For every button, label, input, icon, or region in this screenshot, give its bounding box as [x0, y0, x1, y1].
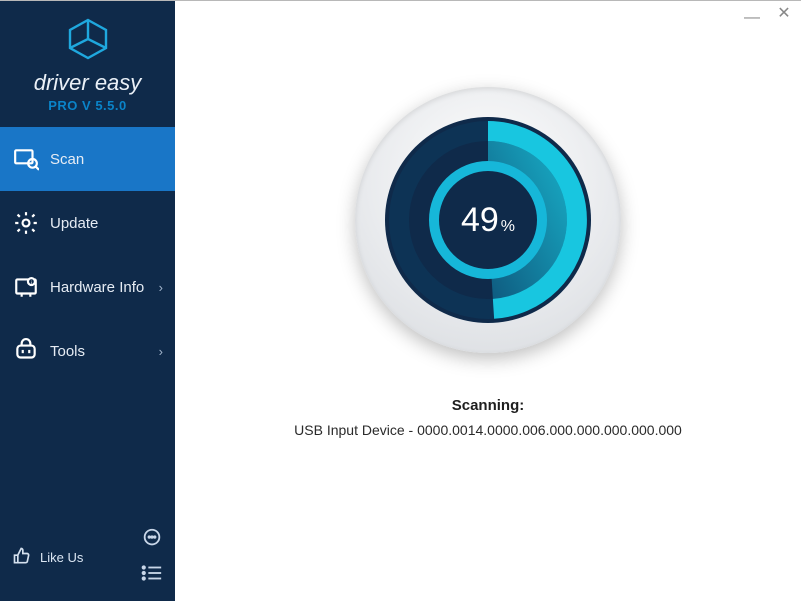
sidebar-bottom: Like Us: [0, 517, 175, 601]
minimize-button[interactable]: —: [743, 11, 761, 25]
menu-list-icon[interactable]: [141, 564, 163, 587]
sidebar-bottom-icons: [141, 527, 163, 587]
nav-label-update: Update: [50, 215, 98, 232]
sidebar-nav: Scan Update i: [0, 127, 175, 383]
brand-logo-icon: [0, 17, 175, 66]
chevron-right-icon: ›: [159, 344, 163, 359]
status-label: Scanning:: [294, 397, 682, 414]
thumbs-up-icon: [12, 546, 32, 569]
sidebar: driver easy PRO V 5.5.0 Scan: [0, 1, 175, 601]
main-content: 49% Scanning: USB Input Device - 0000.00…: [175, 1, 801, 601]
brand-block: driver easy PRO V 5.5.0: [0, 1, 175, 123]
like-us-label: Like Us: [40, 550, 83, 565]
brand-version: PRO V 5.5.0: [0, 98, 175, 113]
progress-indicator: 49%: [355, 87, 621, 353]
progress-value: 49: [461, 201, 499, 239]
svg-text:i: i: [31, 280, 32, 286]
hardware-info-icon: i: [12, 273, 40, 301]
nav-item-hardware-info[interactable]: i Hardware Info ›: [0, 255, 175, 319]
nav-label-hardware-info: Hardware Info: [50, 279, 144, 296]
window-controls: — ✕: [743, 7, 793, 21]
nav-item-tools[interactable]: Tools ›: [0, 319, 175, 383]
nav-item-scan[interactable]: Scan: [0, 127, 175, 191]
progress-unit: %: [501, 218, 515, 235]
tools-icon: [12, 337, 40, 365]
progress-ring: 49%: [385, 117, 591, 323]
like-us-button[interactable]: Like Us: [12, 546, 83, 569]
close-button[interactable]: ✕: [775, 7, 793, 21]
gear-icon: [12, 209, 40, 237]
nav-label-tools: Tools: [50, 343, 85, 360]
nav-item-update[interactable]: Update: [0, 191, 175, 255]
nav-label-scan: Scan: [50, 151, 84, 168]
feedback-icon[interactable]: [141, 527, 163, 554]
scan-status: Scanning: USB Input Device - 0000.0014.0…: [294, 397, 682, 438]
chevron-right-icon: ›: [159, 280, 163, 295]
progress-center: 49%: [429, 161, 547, 279]
app-window: — ✕ driver easy PRO V 5.5.0: [0, 0, 801, 601]
brand-name: driver easy: [0, 70, 175, 96]
progress-text: 49%: [461, 201, 515, 240]
scan-icon: [12, 145, 40, 173]
status-detail: USB Input Device - 0000.0014.0000.006.00…: [294, 422, 682, 438]
